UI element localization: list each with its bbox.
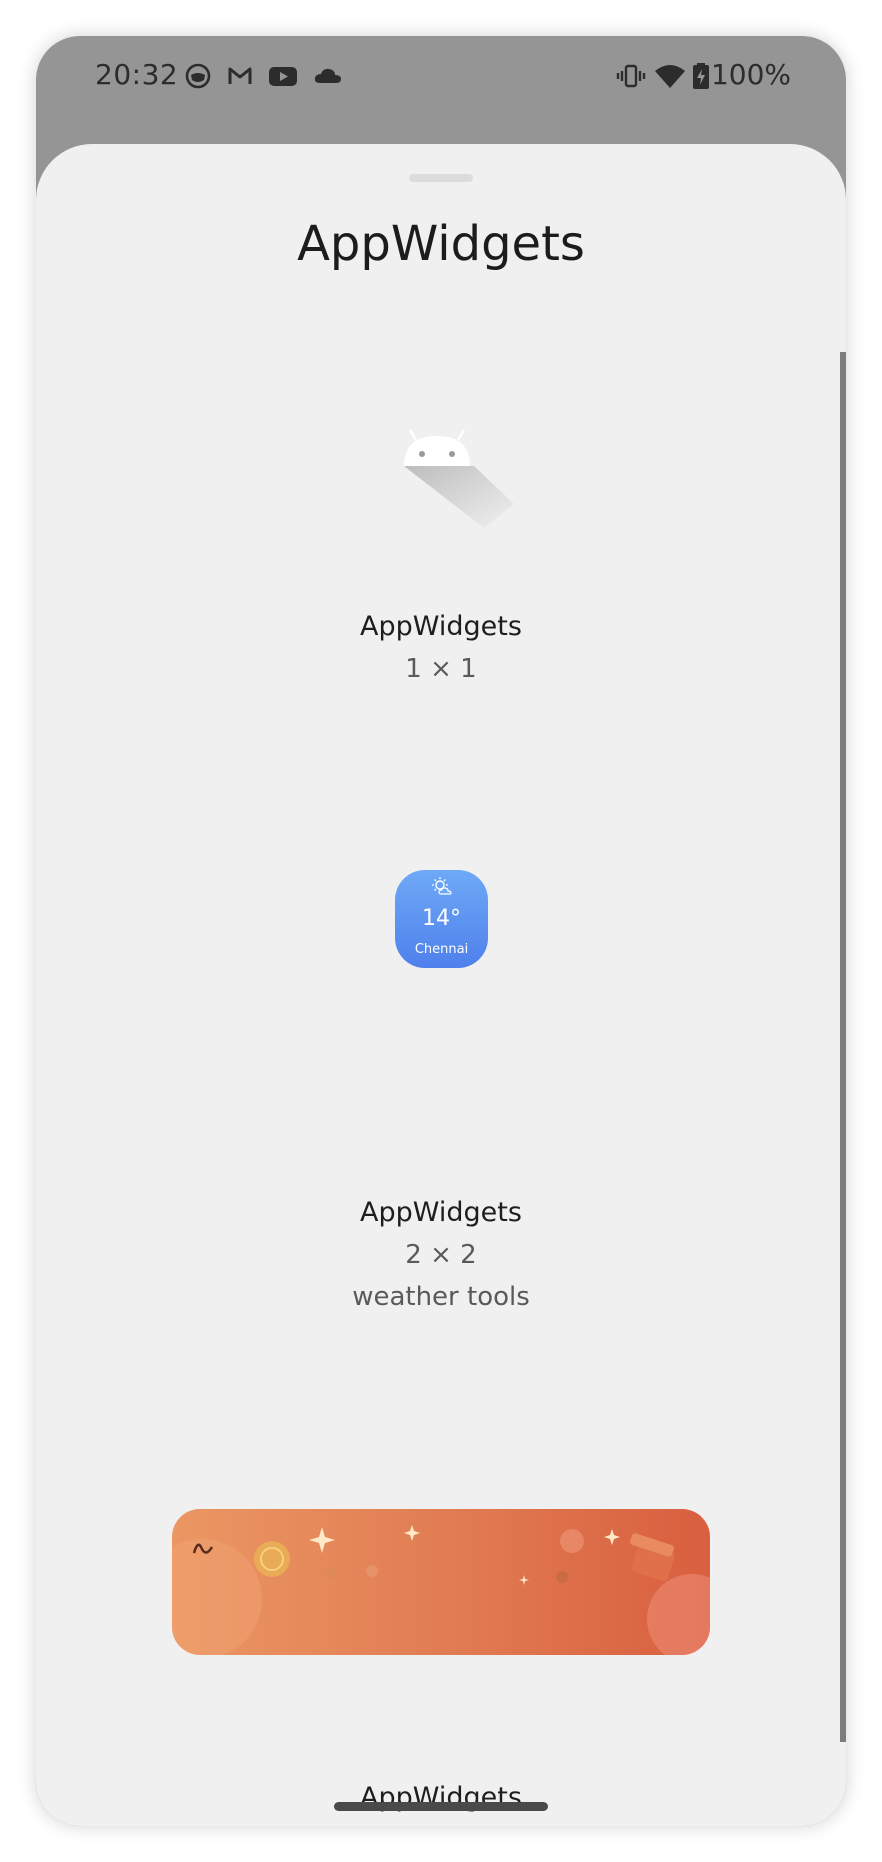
promo-banner-preview[interactable] (172, 1509, 710, 1655)
banner-decoration (172, 1525, 710, 1655)
battery-charging-icon (693, 63, 709, 89)
widget-name: AppWidgets (360, 611, 522, 642)
youtube-icon (269, 67, 297, 86)
android-robot-icon[interactable] (404, 428, 514, 528)
widget-size: 1 × 1 (405, 654, 477, 684)
widget-item-1x1[interactable]: AppWidgets 1 × 1 (36, 606, 846, 690)
status-time: 20:32 (95, 58, 179, 91)
status-bar: 20:32 100% (36, 36, 846, 144)
partly-sunny-icon (432, 877, 452, 895)
widget-picker-sheet: AppWidgets AppWidgets 1 × 1 14° Chennai … (36, 144, 846, 1826)
widget-item-2x2[interactable]: AppWidgets 2 × 2 weather tools (36, 1192, 846, 1318)
weather-widget-preview[interactable]: 14° Chennai (395, 870, 488, 968)
gmail-icon (228, 67, 252, 84)
widget-description: weather tools (352, 1282, 530, 1312)
sheet-title: AppWidgets (297, 216, 585, 272)
vibrate-icon (616, 64, 646, 88)
wifi-icon (655, 65, 685, 88)
cloud-icon (314, 68, 341, 83)
weather-temperature: 14° (422, 906, 461, 931)
drag-handle[interactable] (409, 174, 473, 182)
weather-city: Chennai (414, 942, 469, 957)
widget-name: AppWidgets (360, 1197, 522, 1228)
scrollbar[interactable] (840, 352, 846, 1742)
gesture-navigation-bar[interactable] (334, 1802, 548, 1811)
widget-size: 2 × 2 (405, 1240, 477, 1270)
face-mask-icon (185, 63, 211, 89)
phone-frame: 20:32 100% AppWidgets AppWidgets 1 × 1 1… (36, 36, 846, 1826)
battery-percentage: 100% (710, 58, 791, 91)
